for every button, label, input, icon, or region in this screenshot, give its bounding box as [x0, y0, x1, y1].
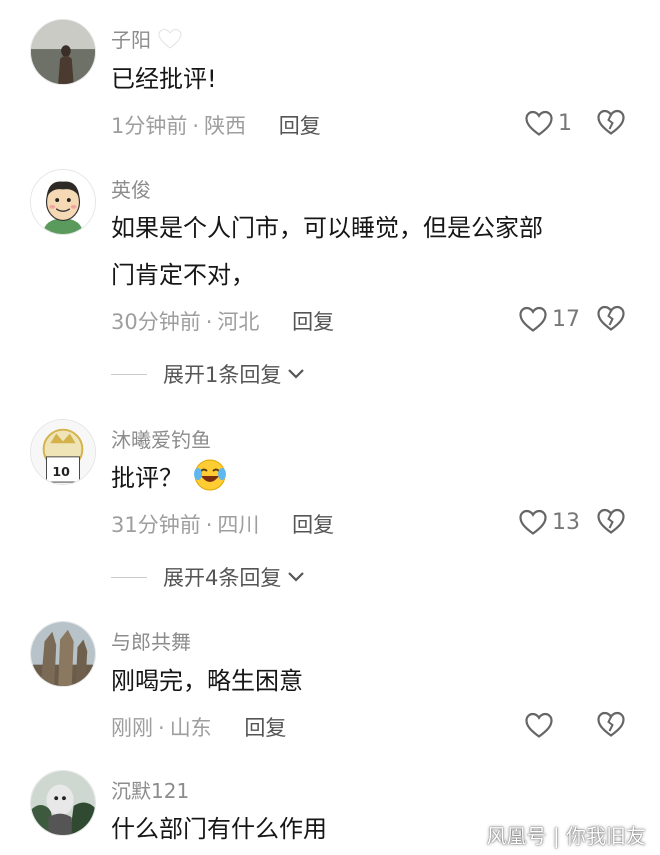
- comment-time: 刚刚: [111, 716, 153, 740]
- username[interactable]: 沐曦爱钓鱼: [111, 424, 211, 453]
- username[interactable]: 子阳: [111, 24, 183, 53]
- comment-text-line: 门肯定不对，: [111, 261, 255, 289]
- divider: [111, 373, 147, 375]
- expand-replies-label: 展开4条回复: [163, 566, 282, 590]
- broken-heart-icon[interactable]: [596, 108, 626, 136]
- watermark: 风凰号 | 你我旧友: [486, 824, 646, 848]
- comment-text: 刚喝完，略生困意: [111, 658, 621, 705]
- like-count: 1: [558, 110, 572, 136]
- comment-time: 30分钟前: [111, 310, 201, 334]
- reply-button[interactable]: 回复: [244, 716, 286, 740]
- like-count: 13: [552, 509, 580, 535]
- chevron-down-icon: [288, 369, 305, 379]
- avatar[interactable]: 10: [30, 419, 96, 485]
- reply-button[interactable]: 回复: [292, 310, 334, 334]
- svg-text:10: 10: [52, 464, 70, 479]
- chevron-down-icon: [288, 572, 305, 582]
- like-button[interactable]: 1: [524, 108, 580, 138]
- comment-meta: 30分钟前 · 河北 回复: [111, 306, 334, 336]
- comment-meta: 刚刚 · 山东 回复: [111, 712, 286, 742]
- meta-separator: ·: [158, 716, 165, 740]
- broken-heart-icon[interactable]: [596, 507, 626, 535]
- heart-outline-icon: [519, 306, 547, 332]
- comment-location: 山东: [169, 716, 212, 740]
- comment-location: 四川: [217, 513, 260, 537]
- expand-replies-button[interactable]: 展开4条回复: [111, 562, 305, 592]
- like-count: 17: [552, 306, 580, 332]
- comment-text-line: 如果是个人门市，可以睡觉，但是公家部: [111, 214, 543, 242]
- expand-replies-button[interactable]: 展开1条回复: [111, 359, 305, 389]
- reply-button[interactable]: 回复: [292, 513, 334, 537]
- reply-button[interactable]: 回复: [279, 114, 321, 138]
- comment-text-line: 刚喝完，略生困意: [111, 667, 303, 695]
- comment-meta: 1分钟前 · 陕西 回复: [111, 110, 321, 140]
- comment-time: 31分钟前: [111, 513, 201, 537]
- comment-text-line: 已经批评!: [111, 65, 217, 93]
- avatar-image: [31, 20, 95, 84]
- meta-separator: ·: [192, 114, 200, 138]
- like-button[interactable]: [524, 710, 580, 740]
- heart-outline-icon: [525, 110, 553, 136]
- like-button[interactable]: 17: [518, 304, 580, 334]
- comment-text-line: 批评？: [111, 455, 621, 502]
- meta-separator: ·: [205, 513, 213, 537]
- avatar[interactable]: [30, 19, 96, 85]
- divider: [111, 576, 147, 578]
- username[interactable]: 英俊: [111, 174, 151, 203]
- avatar-image: [31, 622, 95, 686]
- username[interactable]: 与郎共舞: [111, 626, 191, 655]
- avatar[interactable]: [30, 169, 96, 235]
- comment-location: 陕西: [204, 114, 247, 138]
- avatar[interactable]: [30, 621, 96, 687]
- comment-text: 如果是个人门市，可以睡觉，但是公家部 门肯定不对，: [111, 205, 621, 299]
- heart-outline-icon: [525, 712, 553, 738]
- broken-heart-icon[interactable]: [596, 710, 626, 738]
- avatar-image: [31, 170, 95, 234]
- broken-heart-icon[interactable]: [596, 304, 626, 332]
- expand-replies-label: 展开1条回复: [163, 363, 282, 387]
- heart-outline-icon: [519, 509, 547, 535]
- white-heart-icon: [158, 28, 182, 49]
- comment-text: 批评？: [111, 455, 621, 502]
- like-button[interactable]: 13: [518, 507, 580, 537]
- meta-separator: ·: [205, 310, 213, 334]
- avatar-image: [31, 771, 95, 835]
- comment-text: 已经批评!: [111, 56, 621, 103]
- comment-location: 河北: [217, 310, 260, 334]
- laughing-crying-emoji-icon: [193, 459, 226, 491]
- comment-meta: 31分钟前 · 四川 回复: [111, 509, 334, 539]
- comment-time: 1分钟前: [111, 114, 188, 138]
- avatar-image: 10: [31, 420, 95, 484]
- username[interactable]: 沉默121: [111, 775, 189, 804]
- avatar[interactable]: [30, 770, 96, 836]
